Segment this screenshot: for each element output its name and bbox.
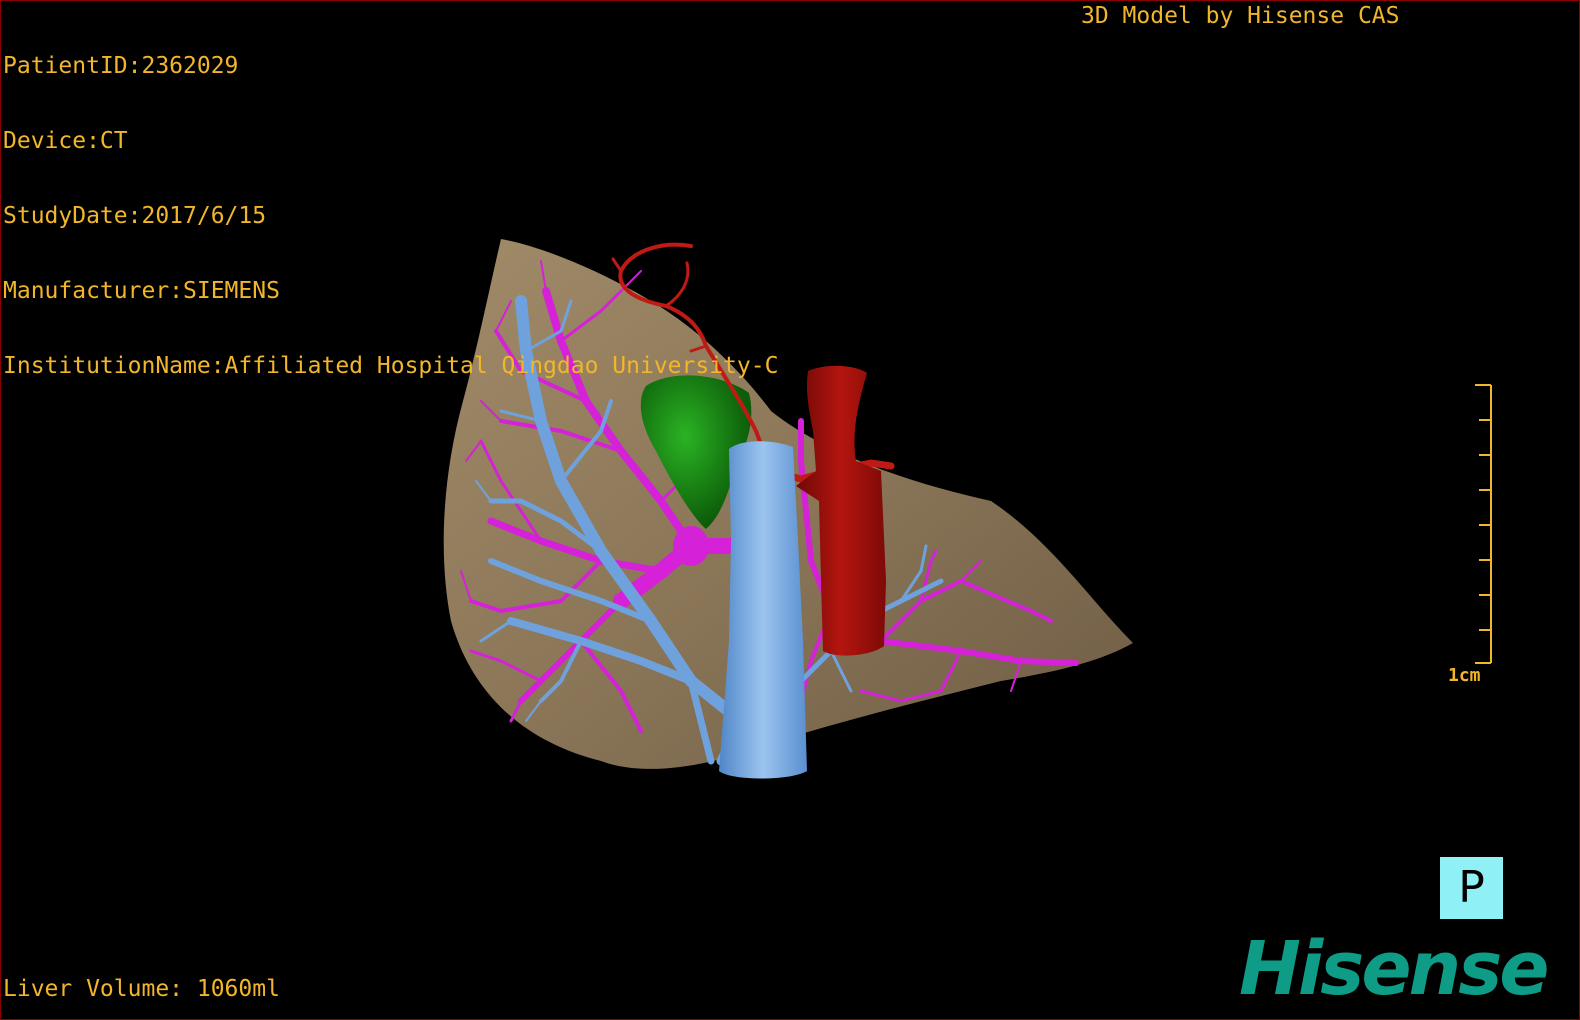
- brand-caption: 3D Model by Hisense CAS: [1081, 3, 1400, 29]
- manufacturer-text: Manufacturer:SIEMENS: [3, 278, 280, 304]
- inferior-vena-cava: [719, 441, 807, 779]
- 3d-viewport[interactable]: PatientID:2362029 Device:CT StudyDate:20…: [0, 0, 1580, 1020]
- study-date-text: StudyDate:2017/6/15: [3, 203, 267, 229]
- scale-bar-label: 1cm: [1448, 665, 1481, 686]
- institution-text: InstitutionName:Affiliated Hospital Qing…: [3, 353, 779, 379]
- posterior-view-icon[interactable]: P: [1440, 857, 1503, 919]
- liver-volume-text: Liver Volume: 1060ml: [3, 976, 280, 1002]
- patient-id-text: PatientID:2362029: [3, 53, 239, 79]
- patient-info-block: PatientID:2362029 Device:CT StudyDate:20…: [3, 4, 778, 429]
- portal-vein-trunk: [673, 526, 709, 566]
- hisense-logo: Hisense: [1239, 926, 1549, 1012]
- device-text: Device:CT: [3, 128, 128, 154]
